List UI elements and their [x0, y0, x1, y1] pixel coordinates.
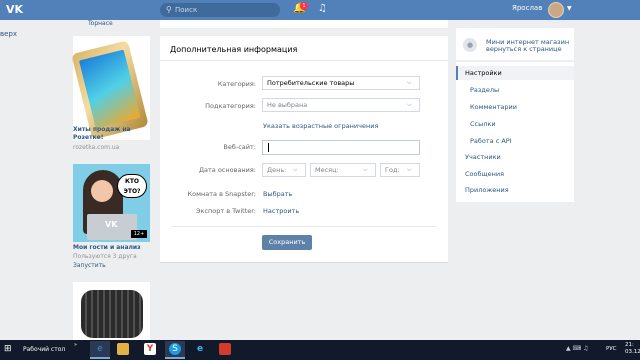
laptop-picture: VK	[87, 214, 137, 240]
divider	[172, 226, 436, 227]
ad-tire-image[interactable]	[73, 282, 150, 340]
ad-app-image[interactable]: КТО ЭТО? VK 12+	[73, 164, 150, 242]
ad-top-label[interactable]: Topнасе	[88, 20, 148, 28]
twitter-label: Экспорт в Twitter:	[195, 207, 256, 215]
ad-source: rozetka.com.ua	[73, 144, 120, 151]
menu-item-members[interactable]: Участники	[465, 153, 565, 163]
category-value: Потребительские товары	[267, 79, 355, 87]
folder-icon	[117, 343, 129, 355]
founded-label: Дата основания:	[198, 166, 256, 174]
media-icon	[219, 343, 231, 355]
ads-column: Topнасе Хиты продаж на Розетке! rozetka.…	[71, 20, 150, 340]
taskbar-media[interactable]	[215, 341, 235, 359]
menu-active-indicator	[456, 66, 458, 80]
launch-link[interactable]: Запустить	[73, 262, 150, 270]
menu-item-api[interactable]: Работа с API	[470, 137, 570, 147]
age-badge: 12+	[131, 230, 147, 238]
chevron-down-icon: ⌵	[363, 166, 368, 173]
menu-item-sections[interactable]: Разделы	[470, 86, 570, 96]
chevron-down-icon: ⌵	[293, 166, 298, 173]
language-indicator[interactable]: РУС	[606, 346, 622, 355]
music-icon[interactable]: ♫	[318, 3, 330, 17]
search-input[interactable]	[175, 4, 275, 16]
year-select[interactable]: Год: ⌵	[380, 163, 420, 177]
category-select[interactable]: Потребительские товары ⌵	[262, 76, 420, 90]
clock-time: 21:	[625, 342, 634, 348]
age-restrictions-link[interactable]: Указать возрастные ограничения	[263, 122, 413, 132]
system-tray-icons[interactable]: ▲ ⌨ ♫	[566, 345, 602, 355]
chevron-down-icon: ⌵	[407, 166, 412, 173]
back-to-page-link[interactable]: вернуться к странице	[486, 45, 572, 53]
notifications-badge: 1	[300, 2, 308, 10]
website-label: Веб-сайт:	[223, 143, 256, 151]
windows-start-icon[interactable]: ⊞	[4, 344, 16, 356]
snapster-label: Комната в Snapster:	[187, 190, 257, 198]
face-picture	[91, 180, 113, 202]
speech-bubble: КТО ЭТО?	[117, 174, 147, 198]
taskbar-ie[interactable]: e	[190, 341, 210, 359]
text-cursor	[268, 143, 269, 152]
subcategory-select[interactable]: Не выбрана ⌵	[262, 98, 420, 112]
save-button[interactable]: Сохранить	[262, 235, 312, 250]
year-placeholder: Год:	[385, 166, 400, 174]
search-box[interactable]: ⚲	[160, 3, 280, 17]
website-input[interactable]	[262, 140, 420, 155]
taskbar-yandex[interactable]: Y	[140, 341, 160, 359]
taskbar-edge[interactable]: e	[90, 341, 110, 359]
menu-item-messages[interactable]: Сообщения	[465, 170, 565, 180]
phone-picture	[71, 40, 149, 140]
ad-app-subtitle: Пользуются 3 друга	[73, 253, 137, 260]
twitter-configure-link[interactable]: Настроить	[263, 207, 313, 217]
menu-item-settings[interactable]: Настройки	[465, 69, 565, 79]
yandex-icon: Y	[144, 343, 156, 355]
chevron-up-icon[interactable]: »	[74, 342, 82, 350]
month-select[interactable]: Месяц: ⌵	[310, 163, 376, 177]
menu-item-apps[interactable]: Приложения	[465, 186, 565, 196]
ad-app-title[interactable]: Мои гости и анализ	[73, 244, 150, 252]
desktop-toolbar-label[interactable]: Рабочий стол	[23, 346, 73, 355]
subcategory-label: Подкатегория:	[205, 102, 256, 110]
group-icon: ●	[463, 38, 477, 52]
skype-icon: S	[169, 343, 181, 355]
day-placeholder: День:	[267, 166, 287, 174]
avatar[interactable]	[548, 2, 564, 18]
ad-phone-image[interactable]	[71, 36, 150, 140]
ad-title[interactable]: Хиты продаж на Розетке!	[73, 126, 150, 144]
taskbar-skype[interactable]: S	[165, 341, 185, 359]
snapster-choose-link[interactable]: Выбрать	[263, 190, 313, 200]
menu-item-links[interactable]: Ссылки	[470, 120, 570, 130]
edge-icon: e	[97, 344, 103, 354]
left-nav-item[interactable]: верх	[0, 30, 20, 40]
tire-picture	[81, 290, 143, 338]
card-gap	[160, 28, 448, 36]
day-select[interactable]: День: ⌵	[262, 163, 306, 177]
month-placeholder: Месяц:	[315, 166, 339, 174]
username[interactable]: Ярослав	[512, 4, 552, 16]
section-title: Дополнительная информация	[170, 45, 298, 54]
vk-logo[interactable]: VK	[6, 3, 32, 17]
chevron-down-icon[interactable]: ▼	[567, 5, 575, 13]
chevron-down-icon: ⌵	[407, 101, 412, 108]
internet-explorer-icon: e	[196, 344, 204, 354]
menu-item-comments[interactable]: Комментарии	[470, 103, 570, 113]
clock[interactable]: 21: 03.12	[625, 342, 640, 358]
taskbar-explorer[interactable]	[113, 341, 133, 359]
chevron-down-icon: ⌵	[407, 79, 412, 86]
clock-date: 03.12	[625, 349, 640, 355]
category-label: Категория:	[217, 80, 256, 88]
settings-menu	[456, 62, 574, 202]
subcategory-value: Не выбрана	[267, 101, 308, 109]
